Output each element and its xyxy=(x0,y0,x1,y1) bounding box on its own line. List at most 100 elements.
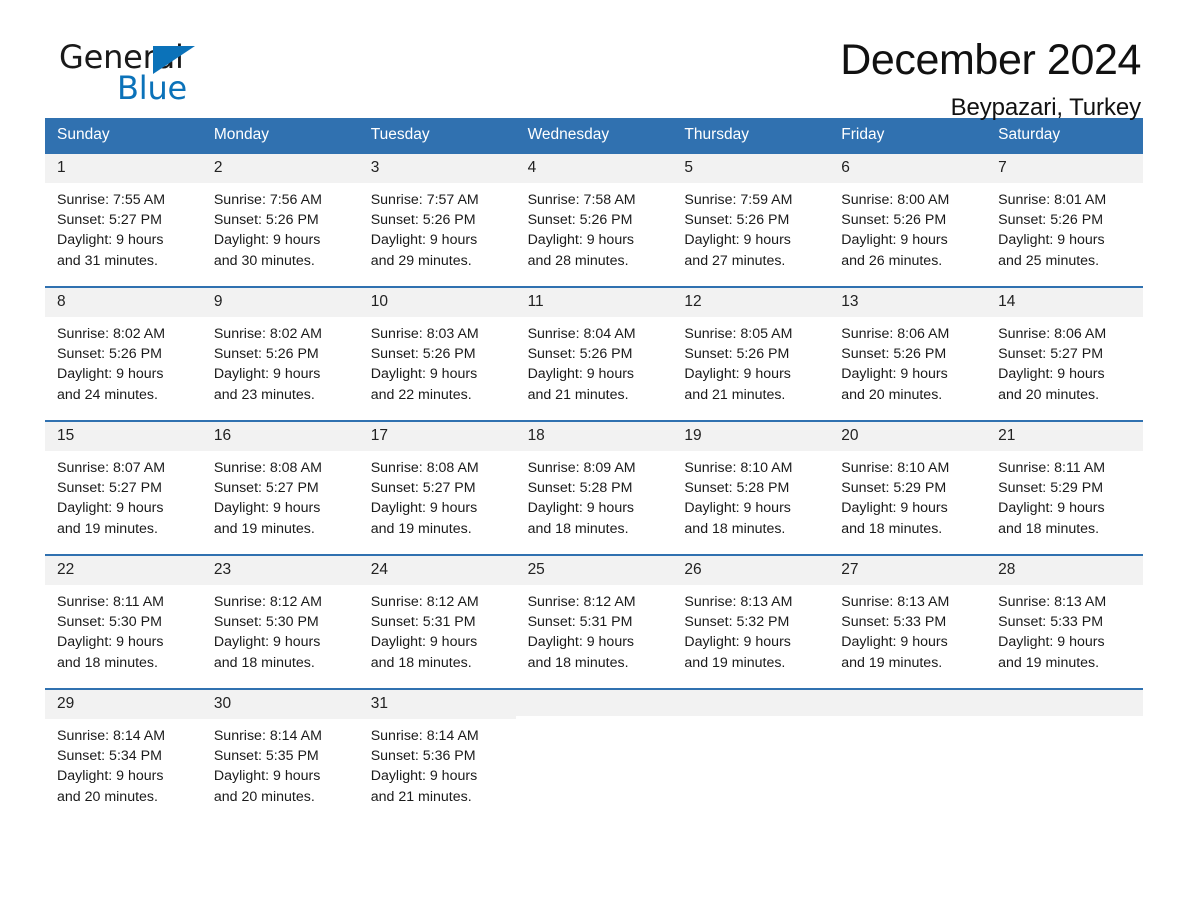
day-sun-info: Sunrise: 8:08 AM Sunset: 5:27 PM Dayligh… xyxy=(213,459,322,537)
calendar-day-cell[interactable]: 10 Sunrise: 8:03 AM Sunset: 5:26 PM Dayli… xyxy=(358,288,516,420)
calendar-day-cell-empty xyxy=(515,690,673,822)
calendar-day-cell[interactable]: 2 Sunrise: 7:56 AM Sunset: 5:26 PM Daylig… xyxy=(201,154,359,286)
calendar-day-cell[interactable]: 31 Sunrise: 8:14 AM Sunset: 5:36 PM Dayli… xyxy=(358,690,516,822)
day-sun-info: Sunrise: 7:58 AM Sunset: 5:26 PM Dayligh… xyxy=(527,191,636,269)
calendar-day-cell[interactable]: 11 Sunrise: 8:04 AM Sunset: 5:26 PM Dayli… xyxy=(515,288,673,420)
day-sun-info: Sunrise: 8:06 AM Sunset: 5:27 PM Dayligh… xyxy=(998,325,1107,403)
general-blue-logo: General Blue xyxy=(45,38,205,108)
day-number: 26 xyxy=(672,556,830,585)
calendar-day-cell[interactable]: 4 Sunrise: 7:58 AM Sunset: 5:26 PM Daylig… xyxy=(515,154,673,286)
day-number xyxy=(515,690,673,717)
weekday-header-row: Sunday Monday Tuesday Wednesday Thursday… xyxy=(45,118,1143,153)
calendar-day-cell[interactable]: 15 Sunrise: 8:07 AM Sunset: 5:27 PM Dayli… xyxy=(45,422,202,554)
day-number: 21 xyxy=(986,422,1143,451)
day-number: 20 xyxy=(829,422,987,451)
day-number: 16 xyxy=(201,422,359,451)
day-number: 3 xyxy=(358,154,516,183)
calendar-day-cell[interactable]: 12 Sunrise: 8:05 AM Sunset: 5:26 PM Dayli… xyxy=(672,288,830,420)
day-sun-info: Sunrise: 8:11 AM Sunset: 5:29 PM Dayligh… xyxy=(998,459,1106,537)
calendar-page: General Blue December 2024 Beypazari, Tu… xyxy=(0,0,1188,918)
calendar-day-cell[interactable]: 5 Sunrise: 7:59 AM Sunset: 5:26 PM Daylig… xyxy=(672,154,830,286)
day-number: 23 xyxy=(201,556,359,585)
day-number: 22 xyxy=(45,556,202,585)
day-sun-info: Sunrise: 8:14 AM Sunset: 5:34 PM Dayligh… xyxy=(57,727,166,805)
day-number xyxy=(672,690,830,717)
calendar-grid: Sunday Monday Tuesday Wednesday Thursday… xyxy=(45,118,1143,822)
day-number: 2 xyxy=(201,154,359,183)
calendar-day-cell[interactable]: 28 Sunrise: 8:13 AM Sunset: 5:33 PM Dayli… xyxy=(986,556,1143,688)
day-sun-info: Sunrise: 8:13 AM Sunset: 5:33 PM Dayligh… xyxy=(998,593,1107,671)
calendar-week-row: 29 Sunrise: 8:14 AM Sunset: 5:34 PM Dayli… xyxy=(45,688,1143,822)
day-number: 29 xyxy=(45,690,202,719)
calendar-day-cell-empty xyxy=(672,690,830,822)
day-number xyxy=(986,690,1143,717)
weekday-header-sunday: Sunday xyxy=(57,126,110,143)
day-number: 10 xyxy=(358,288,516,317)
day-sun-info: Sunrise: 8:00 AM Sunset: 5:26 PM Dayligh… xyxy=(841,191,950,269)
calendar-day-cell[interactable]: 30 Sunrise: 8:14 AM Sunset: 5:35 PM Dayli… xyxy=(201,690,359,822)
page-header: General Blue December 2024 Beypazari, Tu… xyxy=(45,0,1143,121)
day-number: 7 xyxy=(986,154,1143,183)
calendar-week-row: 8 Sunrise: 8:02 AM Sunset: 5:26 PM Daylig… xyxy=(45,286,1143,420)
calendar-day-cell[interactable]: 24 Sunrise: 8:12 AM Sunset: 5:31 PM Dayli… xyxy=(358,556,516,688)
day-number: 30 xyxy=(201,690,359,719)
page-title: December 2024 xyxy=(840,36,1141,84)
day-sun-info: Sunrise: 8:13 AM Sunset: 5:33 PM Dayligh… xyxy=(841,593,950,671)
calendar-day-cell[interactable]: 16 Sunrise: 8:08 AM Sunset: 5:27 PM Dayli… xyxy=(201,422,359,554)
calendar-week-row: 1 Sunrise: 7:55 AM Sunset: 5:27 PM Daylig… xyxy=(45,152,1143,286)
day-number: 25 xyxy=(515,556,673,585)
weekday-header-thursday: Thursday xyxy=(684,126,750,143)
day-number: 9 xyxy=(201,288,359,317)
day-number: 15 xyxy=(45,422,202,451)
day-number: 31 xyxy=(358,690,516,719)
day-sun-info: Sunrise: 8:12 AM Sunset: 5:30 PM Dayligh… xyxy=(213,593,322,671)
calendar-day-cell[interactable]: 19 Sunrise: 8:10 AM Sunset: 5:28 PM Dayli… xyxy=(672,422,830,554)
calendar-day-cell[interactable]: 25 Sunrise: 8:12 AM Sunset: 5:31 PM Dayli… xyxy=(515,556,673,688)
calendar-day-cell[interactable]: 21 Sunrise: 8:11 AM Sunset: 5:29 PM Dayli… xyxy=(986,422,1143,554)
calendar-day-cell[interactable]: 18 Sunrise: 8:09 AM Sunset: 5:28 PM Dayli… xyxy=(515,422,673,554)
day-sun-info: Sunrise: 8:04 AM Sunset: 5:26 PM Dayligh… xyxy=(527,325,636,403)
day-sun-info: Sunrise: 8:13 AM Sunset: 5:32 PM Dayligh… xyxy=(684,593,793,671)
logo-text-blue: Blue xyxy=(117,69,188,107)
calendar-day-cell[interactable]: 23 Sunrise: 8:12 AM Sunset: 5:30 PM Dayli… xyxy=(201,556,359,688)
day-sun-info: Sunrise: 8:02 AM Sunset: 5:26 PM Dayligh… xyxy=(213,325,322,403)
calendar-day-cell[interactable]: 20 Sunrise: 8:10 AM Sunset: 5:29 PM Dayli… xyxy=(829,422,987,554)
calendar-week-row: 15 Sunrise: 8:07 AM Sunset: 5:27 PM Dayli… xyxy=(45,420,1143,554)
day-number: 19 xyxy=(672,422,830,451)
calendar-day-cell[interactable]: 29 Sunrise: 8:14 AM Sunset: 5:34 PM Dayli… xyxy=(45,690,202,822)
day-number: 14 xyxy=(986,288,1143,317)
title-block: December 2024 Beypazari, Turkey xyxy=(205,38,1143,122)
day-number xyxy=(829,690,987,717)
day-number: 5 xyxy=(672,154,830,183)
calendar-day-cell[interactable]: 6 Sunrise: 8:00 AM Sunset: 5:26 PM Daylig… xyxy=(829,154,987,286)
day-sun-info: Sunrise: 7:55 AM Sunset: 5:27 PM Dayligh… xyxy=(57,191,166,269)
calendar-day-cell[interactable]: 26 Sunrise: 8:13 AM Sunset: 5:32 PM Dayli… xyxy=(672,556,830,688)
calendar-day-cell[interactable]: 9 Sunrise: 8:02 AM Sunset: 5:26 PM Daylig… xyxy=(201,288,359,420)
day-sun-info: Sunrise: 7:56 AM Sunset: 5:26 PM Dayligh… xyxy=(213,191,322,269)
day-sun-info: Sunrise: 7:57 AM Sunset: 5:26 PM Dayligh… xyxy=(370,191,479,269)
day-number: 11 xyxy=(515,288,673,317)
calendar-day-cell[interactable]: 17 Sunrise: 8:08 AM Sunset: 5:27 PM Dayli… xyxy=(358,422,516,554)
calendar-day-cell[interactable]: 22 Sunrise: 8:11 AM Sunset: 5:30 PM Dayli… xyxy=(45,556,202,688)
calendar-day-cell[interactable]: 14 Sunrise: 8:06 AM Sunset: 5:27 PM Dayli… xyxy=(986,288,1143,420)
day-number: 18 xyxy=(515,422,673,451)
calendar-day-cell[interactable]: 13 Sunrise: 8:06 AM Sunset: 5:26 PM Dayli… xyxy=(829,288,987,420)
day-number: 1 xyxy=(45,154,202,183)
calendar-day-cell[interactable]: 27 Sunrise: 8:13 AM Sunset: 5:33 PM Dayli… xyxy=(829,556,987,688)
calendar-day-cell[interactable]: 7 Sunrise: 8:01 AM Sunset: 5:26 PM Daylig… xyxy=(986,154,1143,286)
weekday-header-monday: Monday xyxy=(213,126,269,143)
day-sun-info: Sunrise: 8:12 AM Sunset: 5:31 PM Dayligh… xyxy=(370,593,479,671)
day-number: 12 xyxy=(672,288,830,317)
day-sun-info: Sunrise: 8:10 AM Sunset: 5:29 PM Dayligh… xyxy=(841,459,950,537)
day-sun-info: Sunrise: 8:08 AM Sunset: 5:27 PM Dayligh… xyxy=(370,459,479,537)
calendar-day-cell[interactable]: 1 Sunrise: 7:55 AM Sunset: 5:27 PM Daylig… xyxy=(45,154,202,286)
day-sun-info: Sunrise: 8:03 AM Sunset: 5:26 PM Dayligh… xyxy=(370,325,479,403)
calendar-day-cell[interactable]: 3 Sunrise: 7:57 AM Sunset: 5:26 PM Daylig… xyxy=(358,154,516,286)
day-sun-info: Sunrise: 8:14 AM Sunset: 5:35 PM Dayligh… xyxy=(213,727,322,805)
day-sun-info: Sunrise: 8:09 AM Sunset: 5:28 PM Dayligh… xyxy=(527,459,636,537)
weekday-header-friday: Friday xyxy=(841,126,885,143)
day-sun-info: Sunrise: 8:05 AM Sunset: 5:26 PM Dayligh… xyxy=(684,325,793,403)
day-number: 24 xyxy=(358,556,516,585)
calendar-day-cell[interactable]: 8 Sunrise: 8:02 AM Sunset: 5:26 PM Daylig… xyxy=(45,288,202,420)
day-number: 17 xyxy=(358,422,516,451)
